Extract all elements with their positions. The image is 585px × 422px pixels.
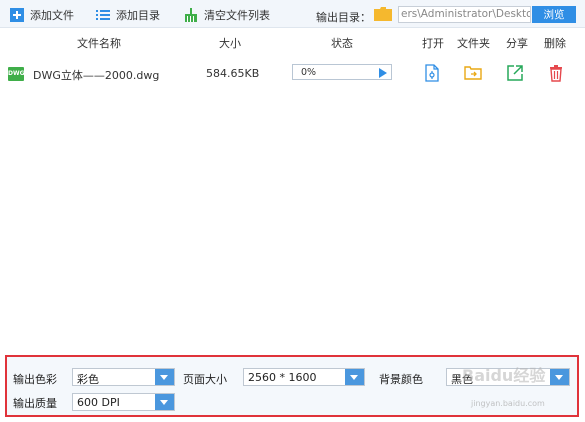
output-color-label: 输出色彩 xyxy=(13,373,57,386)
column-header-delete: 删除 xyxy=(544,37,566,50)
progress-percent: 0% xyxy=(301,67,317,78)
clear-list-button[interactable]: 清空文件列表 xyxy=(184,5,270,25)
chevron-down-icon[interactable] xyxy=(155,394,174,410)
add-file-label: 添加文件 xyxy=(30,9,74,22)
dwg-file-icon: DWG xyxy=(8,67,25,81)
table-header: 文件名称 大小 状态 打开 文件夹 分享 删除 xyxy=(0,28,585,54)
output-color-select[interactable]: 彩色 xyxy=(72,368,175,386)
page-size-label: 页面大小 xyxy=(183,373,227,386)
delete-icon[interactable] xyxy=(547,64,565,82)
conversion-progress: 0% xyxy=(292,64,392,80)
watermark-logo: Baidu经验 xyxy=(462,366,546,385)
list-icon xyxy=(96,8,110,22)
open-file-icon[interactable] xyxy=(423,64,441,82)
toolbar: 添加文件 添加目录 清空文件列表 输出目录： ers\Administrator… xyxy=(0,0,585,28)
output-quality-label: 输出质量 xyxy=(13,397,57,410)
column-header-name: 文件名称 xyxy=(77,37,121,50)
chevron-down-icon[interactable] xyxy=(550,369,569,385)
browse-button[interactable]: 浏览 xyxy=(532,6,576,23)
page-size-select[interactable]: 2560 * 1600 xyxy=(243,368,365,386)
column-header-share: 分享 xyxy=(506,37,528,50)
add-directory-button[interactable]: 添加目录 xyxy=(96,5,160,25)
file-size: 584.65KB xyxy=(206,67,260,80)
add-directory-label: 添加目录 xyxy=(116,9,160,22)
folder-icon[interactable] xyxy=(374,7,392,21)
watermark-url: jingyan.baidu.com xyxy=(471,399,545,408)
column-header-status: 状态 xyxy=(331,37,353,50)
background-color-label: 背景颜色 xyxy=(379,373,423,386)
output-settings-panel: 输出色彩 彩色 页面大小 2560 * 1600 背景颜色 黑色 输出质量 60… xyxy=(5,355,579,417)
output-path-field[interactable]: ers\Administrator\Desktop xyxy=(398,6,531,23)
page-size-value: 2560 * 1600 xyxy=(248,371,317,384)
column-header-open: 打开 xyxy=(422,37,444,50)
output-color-value: 彩色 xyxy=(77,373,99,386)
column-header-folder: 文件夹 xyxy=(457,37,490,50)
start-conversion-icon[interactable] xyxy=(379,68,387,78)
open-folder-icon[interactable] xyxy=(464,64,482,82)
column-header-size: 大小 xyxy=(219,37,241,50)
clear-list-label: 清空文件列表 xyxy=(204,9,270,22)
output-quality-value: 600 DPI xyxy=(77,396,120,409)
share-icon[interactable] xyxy=(506,64,524,82)
output-quality-select[interactable]: 600 DPI xyxy=(72,393,175,411)
broom-icon xyxy=(184,8,198,22)
chevron-down-icon[interactable] xyxy=(345,369,364,385)
file-name: DWG立体——2000.dwg xyxy=(33,69,160,82)
plus-icon xyxy=(10,8,24,22)
output-directory-label: 输出目录： xyxy=(316,11,371,24)
chevron-down-icon[interactable] xyxy=(155,369,174,385)
add-file-button[interactable]: 添加文件 xyxy=(10,5,74,25)
